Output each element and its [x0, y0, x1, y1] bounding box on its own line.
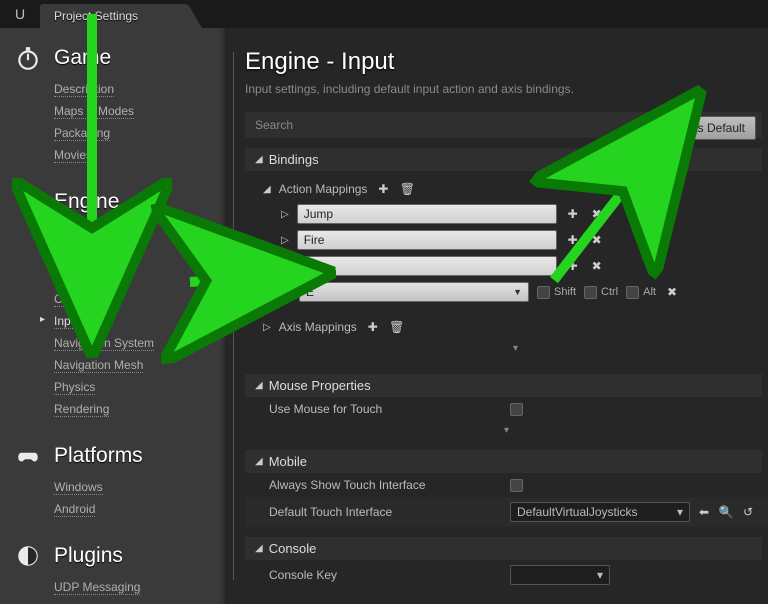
use-mouse-for-touch-label: Use Mouse for Touch	[255, 402, 510, 416]
default-touch-interface-label: Default Touch Interface	[255, 505, 510, 519]
sidebar-item-audio[interactable]: Audio	[54, 244, 225, 266]
triangle-down-icon: ◢	[263, 184, 271, 195]
always-show-touch-interface-label: Always Show Touch Interface	[255, 478, 510, 492]
expand-indicator-icon[interactable]: ▾	[263, 339, 768, 358]
sidebar-item-maps-modes[interactable]: Maps & Modes	[54, 100, 225, 122]
add-key-icon[interactable]: ✚	[565, 258, 581, 274]
add-action-mapping-icon[interactable]: ✚	[375, 181, 391, 197]
sidebar-item-udp-messaging[interactable]: UDP Messaging	[54, 576, 225, 598]
browse-asset-icon[interactable]: 🔍	[718, 504, 734, 520]
remove-key-icon[interactable]: ✖	[664, 284, 680, 300]
remove-mapping-icon[interactable]: ✖	[589, 206, 605, 222]
sidebar-item-input[interactable]: Input	[54, 310, 225, 332]
dropdown-arrow-icon: ▾	[677, 503, 683, 521]
sidebar-item-windows[interactable]: Windows	[54, 476, 225, 498]
action-mappings-header[interactable]: ◢ Action Mappings ✚ 🗑	[263, 177, 768, 201]
dropdown-arrow-icon: ▾	[597, 566, 603, 584]
delete-action-mappings-icon[interactable]: 🗑	[399, 181, 415, 197]
add-key-icon[interactable]: ✚	[565, 232, 581, 248]
triangle-right-icon: ▷	[263, 322, 271, 333]
category-plugins-title: Plugins	[54, 544, 123, 568]
triangle-down-icon: ◢	[255, 154, 263, 165]
sidebar-item-rendering[interactable]: Rendering	[54, 398, 225, 420]
plug-icon	[14, 542, 42, 570]
category-engine-title: Engine	[54, 190, 119, 214]
triangle-down-icon: ◢	[255, 456, 263, 467]
sidebar-item-description[interactable]: Description	[54, 78, 225, 100]
delete-axis-mappings-icon[interactable]: 🗑	[389, 319, 405, 335]
dropdown-arrow-icon: ▼	[513, 283, 522, 301]
triangle-right-icon[interactable]: ▷	[281, 209, 289, 220]
sidebar-item-movies[interactable]: Movies	[54, 144, 225, 166]
triangle-down-icon[interactable]: ◢	[281, 261, 289, 272]
gear-icon	[14, 188, 42, 216]
remove-mapping-icon[interactable]: ✖	[589, 232, 605, 248]
action-mapping-fire-field[interactable]: Fire	[297, 230, 557, 250]
console-key-label: Console Key	[255, 568, 510, 582]
controller-icon	[14, 442, 42, 470]
section-bindings[interactable]: ◢Bindings	[245, 148, 762, 171]
use-mouse-for-touch-checkbox[interactable]	[510, 403, 523, 416]
set-as-default-button[interactable]: Set as Default	[659, 116, 756, 140]
page-title: Engine - Input	[245, 48, 768, 76]
ctrl-modifier-checkbox[interactable]	[584, 286, 597, 299]
sidebar-item-physics[interactable]: Physics	[54, 376, 225, 398]
sidebar-item-packaging[interactable]: Packaging	[54, 122, 225, 144]
sidebar-item-console[interactable]: Console	[54, 288, 225, 310]
action-mapping-jump-field[interactable]: Jump	[297, 204, 557, 224]
stopwatch-icon	[14, 44, 42, 72]
tab-project-settings[interactable]: Project Settings	[40, 4, 188, 28]
default-touch-interface-dropdown[interactable]: DefaultVirtualJoysticks▾	[510, 502, 690, 522]
add-key-icon[interactable]: ✚	[565, 206, 581, 222]
sidebar-item-general-settings[interactable]: General Settings	[54, 222, 225, 244]
sidebar-item-collision[interactable]: Collision	[54, 266, 225, 288]
always-show-touch-interface-checkbox[interactable]	[510, 479, 523, 492]
alt-modifier-checkbox[interactable]	[626, 286, 639, 299]
axis-mappings-header[interactable]: ▷ Axis Mappings ✚ 🗑	[263, 315, 768, 339]
action-mapping-use-field[interactable]: Use	[297, 256, 557, 276]
category-game-title: Game	[54, 46, 111, 70]
section-mobile[interactable]: ◢Mobile	[245, 450, 762, 473]
triangle-down-icon: ◢	[255, 543, 263, 554]
add-axis-mapping-icon[interactable]: ✚	[365, 319, 381, 335]
sidebar-item-navigation-system[interactable]: Navigation System	[54, 332, 225, 354]
reset-to-default-icon[interactable]: ↺	[740, 504, 756, 520]
triangle-right-icon[interactable]: ▷	[281, 235, 289, 246]
shift-modifier-checkbox[interactable]	[537, 286, 550, 299]
section-mouse-properties[interactable]: ◢Mouse Properties	[245, 374, 762, 397]
settings-sidebar: Game Description Maps & Modes Packaging …	[0, 28, 225, 604]
use-selected-asset-icon[interactable]: ⬅	[696, 504, 712, 520]
sidebar-item-navigation-mesh[interactable]: Navigation Mesh	[54, 354, 225, 376]
expand-indicator-icon[interactable]: ▾	[245, 421, 768, 440]
page-description: Input settings, including default input …	[245, 82, 768, 96]
sidebar-item-android[interactable]: Android	[54, 498, 225, 520]
ue-logo: U	[0, 0, 40, 28]
triangle-down-icon: ◢	[255, 380, 263, 391]
console-key-dropdown[interactable]: ▾	[510, 565, 610, 585]
category-platforms-title: Platforms	[54, 444, 143, 468]
section-console[interactable]: ◢Console	[245, 537, 762, 560]
remove-mapping-icon[interactable]: ✖	[589, 258, 605, 274]
key-binding-dropdown[interactable]: E ▼	[299, 282, 529, 302]
